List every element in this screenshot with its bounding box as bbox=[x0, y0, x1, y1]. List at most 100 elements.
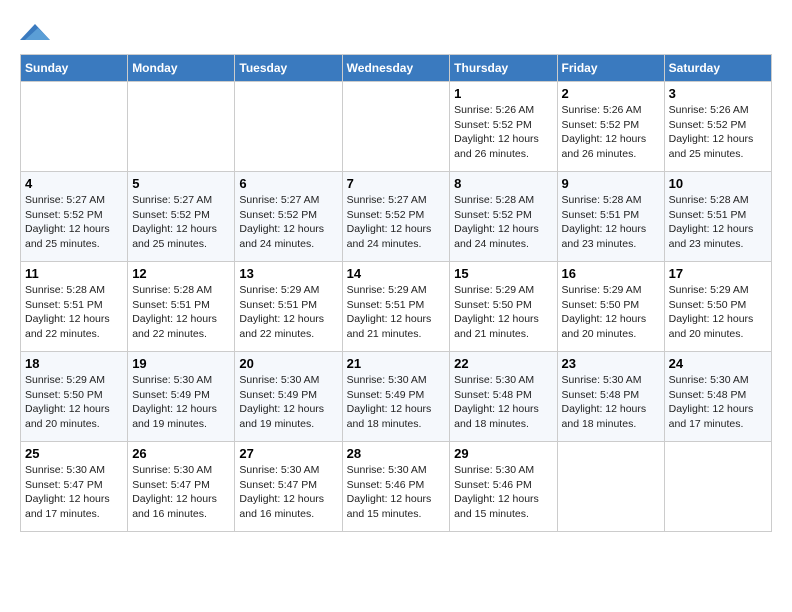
day-detail: Sunrise: 5:30 AM Sunset: 5:47 PM Dayligh… bbox=[132, 463, 230, 522]
day-detail: Sunrise: 5:28 AM Sunset: 5:51 PM Dayligh… bbox=[562, 193, 660, 252]
day-cell: 6Sunrise: 5:27 AM Sunset: 5:52 PM Daylig… bbox=[235, 172, 342, 262]
day-cell: 22 Sunrise: 5:30 AM Sunset: 5:48 PM Dayli… bbox=[450, 352, 557, 442]
day-cell: 4 Sunrise: 5:27 AM Sunset: 5:52 PM Daylig… bbox=[21, 172, 128, 262]
day-number: 21 bbox=[347, 356, 446, 371]
day-cell: 28 Sunrise: 5:30 AM Sunset: 5:46 PM Dayli… bbox=[342, 442, 450, 532]
day-detail: Sunrise: 5:30 AM Sunset: 5:49 PM Dayligh… bbox=[347, 373, 446, 432]
day-detail: Sunrise: 5:27 AM Sunset: 5:52 PM Dayligh… bbox=[347, 193, 446, 252]
day-detail: Sunrise: 5:27 AM Sunset: 5:52 PM Dayligh… bbox=[25, 193, 123, 252]
day-cell: 1 Sunrise: 5:26 AM Sunset: 5:52 PM Daylig… bbox=[450, 82, 557, 172]
day-cell: 9 Sunrise: 5:28 AM Sunset: 5:51 PM Daylig… bbox=[557, 172, 664, 262]
day-cell: 5 Sunrise: 5:27 AM Sunset: 5:52 PM Daylig… bbox=[128, 172, 235, 262]
day-cell: 16 Sunrise: 5:29 AM Sunset: 5:50 PM Dayli… bbox=[557, 262, 664, 352]
day-number: 26 bbox=[132, 446, 230, 461]
day-cell bbox=[128, 82, 235, 172]
day-detail: Sunrise: 5:30 AM Sunset: 5:46 PM Dayligh… bbox=[347, 463, 446, 522]
day-detail: Sunrise: 5:29 AM Sunset: 5:50 PM Dayligh… bbox=[562, 283, 660, 342]
day-number: 29 bbox=[454, 446, 552, 461]
day-number: 4 bbox=[25, 176, 123, 191]
day-cell: 3Sunrise: 5:26 AM Sunset: 5:52 PM Daylig… bbox=[664, 82, 771, 172]
day-detail: Sunrise: 5:30 AM Sunset: 5:48 PM Dayligh… bbox=[562, 373, 660, 432]
day-number: 12 bbox=[132, 266, 230, 281]
calendar-table: SundayMondayTuesdayWednesdayThursdayFrid… bbox=[20, 54, 772, 532]
logo bbox=[20, 20, 52, 44]
day-number: 23 bbox=[562, 356, 660, 371]
day-cell: 7 Sunrise: 5:27 AM Sunset: 5:52 PM Daylig… bbox=[342, 172, 450, 262]
day-number: 7 bbox=[347, 176, 446, 191]
page-header bbox=[20, 20, 772, 44]
day-number: 9 bbox=[562, 176, 660, 191]
day-detail: Sunrise: 5:29 AM Sunset: 5:50 PM Dayligh… bbox=[454, 283, 552, 342]
day-number: 10 bbox=[669, 176, 767, 191]
day-cell: 29 Sunrise: 5:30 AM Sunset: 5:46 PM Dayli… bbox=[450, 442, 557, 532]
day-number: 18 bbox=[25, 356, 123, 371]
day-detail: Sunrise: 5:29 AM Sunset: 5:50 PM Dayligh… bbox=[669, 283, 767, 342]
day-detail: Sunrise: 5:28 AM Sunset: 5:51 PM Dayligh… bbox=[132, 283, 230, 342]
day-number: 13 bbox=[239, 266, 337, 281]
col-header-thursday: Thursday bbox=[450, 55, 557, 82]
week-row-4: 18 Sunrise: 5:29 AM Sunset: 5:50 PM Dayli… bbox=[21, 352, 772, 442]
day-detail: Sunrise: 5:30 AM Sunset: 5:48 PM Dayligh… bbox=[669, 373, 767, 432]
day-cell: 24 Sunrise: 5:30 AM Sunset: 5:48 PM Dayli… bbox=[664, 352, 771, 442]
day-cell: 12 Sunrise: 5:28 AM Sunset: 5:51 PM Dayli… bbox=[128, 262, 235, 352]
day-detail: Sunrise: 5:30 AM Sunset: 5:46 PM Dayligh… bbox=[454, 463, 552, 522]
day-number: 19 bbox=[132, 356, 230, 371]
day-detail: Sunrise: 5:28 AM Sunset: 5:51 PM Dayligh… bbox=[669, 193, 767, 252]
logo-icon bbox=[20, 20, 50, 44]
col-header-tuesday: Tuesday bbox=[235, 55, 342, 82]
day-cell: 26 Sunrise: 5:30 AM Sunset: 5:47 PM Dayli… bbox=[128, 442, 235, 532]
day-detail: Sunrise: 5:30 AM Sunset: 5:48 PM Dayligh… bbox=[454, 373, 552, 432]
day-number: 1 bbox=[454, 86, 552, 101]
day-number: 25 bbox=[25, 446, 123, 461]
col-header-wednesday: Wednesday bbox=[342, 55, 450, 82]
day-number: 8 bbox=[454, 176, 552, 191]
day-number: 20 bbox=[239, 356, 337, 371]
day-cell: 20 Sunrise: 5:30 AM Sunset: 5:49 PM Dayli… bbox=[235, 352, 342, 442]
day-detail: Sunrise: 5:30 AM Sunset: 5:49 PM Dayligh… bbox=[132, 373, 230, 432]
day-cell bbox=[557, 442, 664, 532]
day-cell: 25Sunrise: 5:30 AM Sunset: 5:47 PM Dayli… bbox=[21, 442, 128, 532]
day-cell: 13 Sunrise: 5:29 AM Sunset: 5:51 PM Dayli… bbox=[235, 262, 342, 352]
week-row-1: 1 Sunrise: 5:26 AM Sunset: 5:52 PM Daylig… bbox=[21, 82, 772, 172]
day-number: 16 bbox=[562, 266, 660, 281]
week-row-5: 25 Sunrise: 5:30 AM Sunset: 5:47 PM Dayli… bbox=[21, 442, 772, 532]
day-number: 15 bbox=[454, 266, 552, 281]
day-detail: Sunrise: 5:30 AM Sunset: 5:47 PM Dayligh… bbox=[239, 463, 337, 522]
day-cell bbox=[664, 442, 771, 532]
day-cell: 27Sunrise: 5:30 AM Sunset: 5:47 PM Dayli… bbox=[235, 442, 342, 532]
day-cell bbox=[235, 82, 342, 172]
day-cell: 10 Sunrise: 5:28 AM Sunset: 5:51 PM Dayli… bbox=[664, 172, 771, 262]
col-header-friday: Friday bbox=[557, 55, 664, 82]
day-number: 28 bbox=[347, 446, 446, 461]
day-cell: 18 Sunrise: 5:29 AM Sunset: 5:50 PM Dayli… bbox=[21, 352, 128, 442]
day-detail: Sunrise: 5:29 AM Sunset: 5:51 PM Dayligh… bbox=[347, 283, 446, 342]
day-cell: 23 Sunrise: 5:30 AM Sunset: 5:48 PM Dayli… bbox=[557, 352, 664, 442]
day-detail: Sunrise: 5:29 AM Sunset: 5:51 PM Dayligh… bbox=[239, 283, 337, 342]
day-detail: Sunrise: 5:30 AM Sunset: 5:49 PM Dayligh… bbox=[239, 373, 337, 432]
day-cell: 11 Sunrise: 5:28 AM Sunset: 5:51 PM Dayli… bbox=[21, 262, 128, 352]
day-cell: 19 Sunrise: 5:30 AM Sunset: 5:49 PM Dayli… bbox=[128, 352, 235, 442]
day-detail: Sunrise: 5:27 AM Sunset: 5:52 PM Dayligh… bbox=[132, 193, 230, 252]
day-detail: Sunrise: 5:28 AM Sunset: 5:52 PM Dayligh… bbox=[454, 193, 552, 252]
week-row-3: 11 Sunrise: 5:28 AM Sunset: 5:51 PM Dayli… bbox=[21, 262, 772, 352]
day-number: 5 bbox=[132, 176, 230, 191]
col-header-saturday: Saturday bbox=[664, 55, 771, 82]
day-detail: Sunrise: 5:26 AM Sunset: 5:52 PM Dayligh… bbox=[454, 103, 552, 162]
day-detail: Sunrise: 5:29 AM Sunset: 5:50 PM Dayligh… bbox=[25, 373, 123, 432]
day-detail: Sunrise: 5:27 AM Sunset: 5:52 PM Dayligh… bbox=[239, 193, 337, 252]
day-cell: 8 Sunrise: 5:28 AM Sunset: 5:52 PM Daylig… bbox=[450, 172, 557, 262]
day-number: 2 bbox=[562, 86, 660, 101]
day-number: 22 bbox=[454, 356, 552, 371]
day-number: 11 bbox=[25, 266, 123, 281]
day-number: 17 bbox=[669, 266, 767, 281]
day-detail: Sunrise: 5:28 AM Sunset: 5:51 PM Dayligh… bbox=[25, 283, 123, 342]
col-header-monday: Monday bbox=[128, 55, 235, 82]
day-number: 3 bbox=[669, 86, 767, 101]
col-header-sunday: Sunday bbox=[21, 55, 128, 82]
day-number: 14 bbox=[347, 266, 446, 281]
day-cell: 21 Sunrise: 5:30 AM Sunset: 5:49 PM Dayli… bbox=[342, 352, 450, 442]
day-cell: 14 Sunrise: 5:29 AM Sunset: 5:51 PM Dayli… bbox=[342, 262, 450, 352]
day-number: 24 bbox=[669, 356, 767, 371]
day-cell bbox=[342, 82, 450, 172]
day-cell bbox=[21, 82, 128, 172]
